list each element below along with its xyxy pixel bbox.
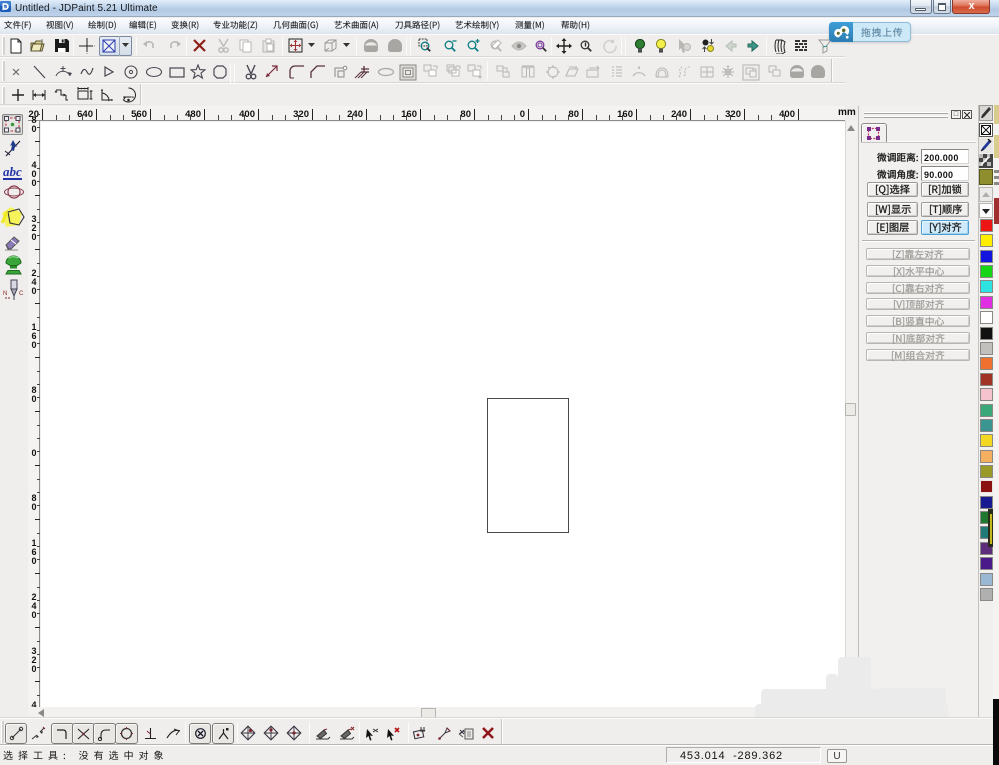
svg-text:C: C (19, 291, 24, 297)
svg-text:N: N (3, 291, 7, 297)
